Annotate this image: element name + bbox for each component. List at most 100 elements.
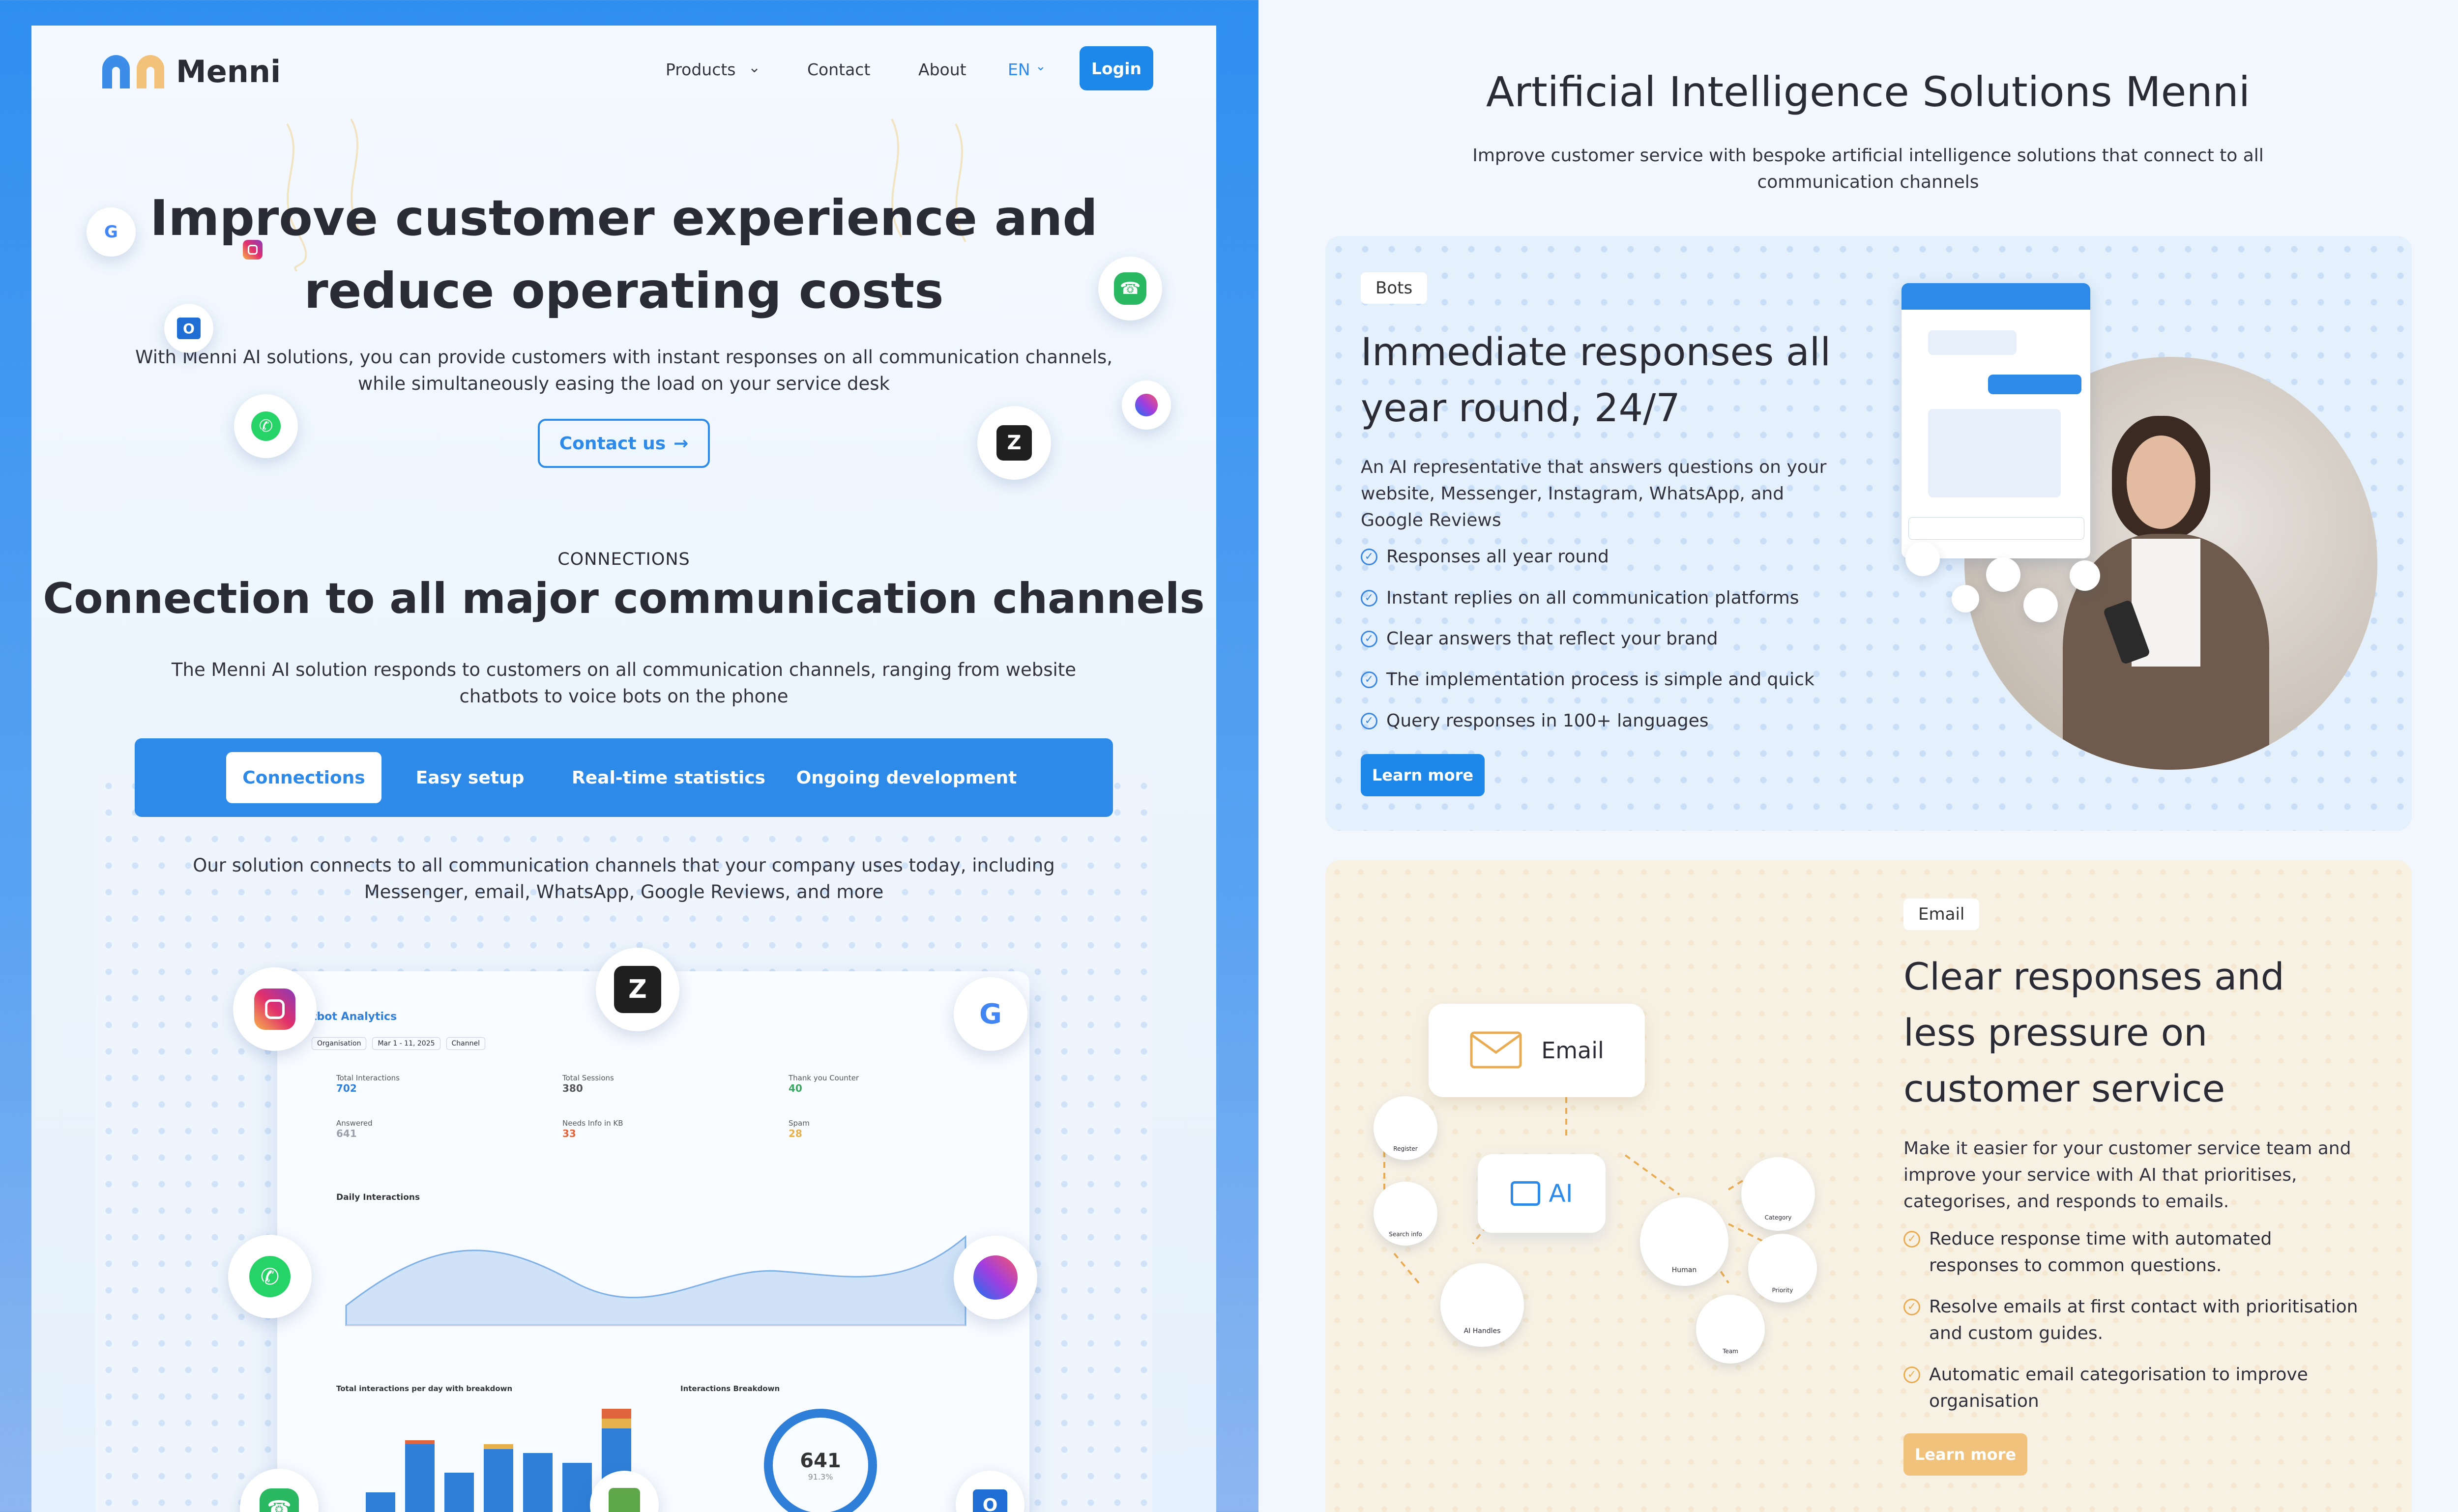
whatsapp-icon: [1905, 542, 1940, 576]
stat-card: Total Sessions 380: [562, 1074, 614, 1094]
connections-desc-line2: chatbots to voice bots on the phone: [459, 686, 789, 707]
bots-desc-line3: Google Reviews: [1361, 510, 1501, 530]
filter-organisation[interactable]: Organisation: [312, 1037, 367, 1050]
filter-channel[interactable]: Channel: [446, 1037, 486, 1050]
brand-logo[interactable]: Menni: [98, 49, 281, 93]
bots-title-line1: Immediate responses all: [1361, 330, 1831, 375]
hero-title-line1: Improve customer experience and: [150, 189, 1098, 247]
daily-interactions-title: Daily Interactions: [336, 1192, 420, 1202]
chat-bubble-bot: [1928, 330, 2017, 355]
bots-feature-text: Responses all year round: [1386, 547, 1609, 567]
tab-easy-setup[interactable]: Easy setup: [396, 752, 544, 803]
stat-card: Answered 641: [336, 1119, 373, 1139]
tab-real-time-statistics[interactable]: Real-time statistics: [565, 752, 772, 803]
ai-node: AI: [1478, 1154, 1606, 1233]
priority-node-label: Priority: [1772, 1287, 1793, 1294]
check-icon: ✓: [1903, 1367, 1920, 1383]
stat-value: 28: [789, 1128, 802, 1139]
google-reviews-icon: G: [954, 977, 1027, 1051]
email-desc-line2: improve your service with AI that priori…: [1903, 1165, 2297, 1185]
stat-card: Needs Info in KB 33: [562, 1119, 623, 1139]
category-node: Category: [1741, 1157, 1815, 1231]
chat-bubble-user: [1988, 375, 2081, 394]
email-title-line2: less pressure on: [1903, 1011, 2208, 1054]
stat-value: 702: [336, 1082, 357, 1094]
human-node-label: Human: [1671, 1266, 1697, 1274]
solutions-subtitle-line2: communication channels: [1757, 172, 1979, 192]
login-button[interactable]: Login: [1080, 46, 1153, 90]
headset-support-icon: ☎: [1098, 257, 1162, 320]
stat-value: 380: [562, 1082, 583, 1094]
bots-feature: ✓ The implementation process is simple an…: [1361, 669, 1814, 690]
language-selector[interactable]: EN: [1008, 60, 1030, 79]
outlook-icon: O: [164, 304, 213, 353]
zendesk-icon: Z: [596, 948, 679, 1031]
stat-value: 40: [789, 1082, 802, 1094]
bots-desc-line1: An AI representative that answers questi…: [1361, 457, 1827, 477]
messenger-icon: [954, 1236, 1037, 1319]
email-feature-text: Reduce response time with automated: [1929, 1229, 2272, 1249]
nav-about[interactable]: About: [918, 60, 966, 79]
instagram-icon: [243, 240, 263, 260]
bots-feature: ✓ Query responses in 100+ languages: [1361, 711, 1709, 731]
contact-us-button[interactable]: Contact us →: [538, 419, 710, 468]
tab-desc-line2: Messenger, email, WhatsApp, Google Revie…: [364, 881, 884, 902]
ai-node-label: AI: [1549, 1179, 1573, 1208]
arrow-right-icon: →: [673, 433, 689, 454]
tab-connections[interactable]: Connections: [226, 752, 381, 803]
ai-handles-node-label: AI Handles: [1463, 1327, 1501, 1335]
interactions-donut: 641 91.3%: [764, 1409, 877, 1512]
stat-card: Spam 28: [789, 1119, 810, 1139]
feature-tab-bar: Connections Easy setup Real-time statist…: [135, 738, 1113, 817]
bots-feature: ✓ Responses all year round: [1361, 547, 1609, 567]
bots-feature-text: The implementation process is simple and…: [1386, 669, 1814, 690]
tab-description: Our solution connects to all communicati…: [31, 852, 1216, 905]
stat-label: Spam: [789, 1119, 810, 1128]
check-icon: ✓: [1361, 671, 1377, 688]
connections-desc-line1: The Menni AI solution responds to custom…: [171, 659, 1077, 680]
hero-subtitle-line2: while simultaneously easing the load on …: [358, 373, 890, 394]
landing-page-left: Menni Products ⌄ Contact About EN ⌄ Logi…: [31, 26, 1216, 1512]
email-feature-text: Resolve emails at first contact with pri…: [1929, 1297, 2358, 1317]
check-icon: ✓: [1361, 712, 1377, 729]
nav-contact[interactable]: Contact: [807, 60, 870, 79]
donut-percent: 91.3%: [808, 1472, 833, 1482]
category-node-label: Category: [1764, 1214, 1792, 1221]
bots-card: Bots Immediate responses all year round,…: [1325, 236, 2412, 831]
bots-feature: ✓ Clear answers that reflect your brand: [1361, 629, 1718, 649]
language-chevron-icon[interactable]: ⌄: [1035, 59, 1046, 74]
email-desc-line3: categorises, and responds to emails.: [1903, 1192, 2229, 1212]
chevron-down-icon[interactable]: ⌄: [748, 59, 761, 76]
donut-value: 641: [800, 1449, 841, 1472]
daily-interactions-area-chart: [345, 1235, 966, 1326]
check-icon: ✓: [1361, 630, 1377, 647]
email-feature: ✓ Automatic email categorisation to impro…: [1903, 1362, 2308, 1415]
bots-title-line2: year round, 24/7: [1361, 386, 1681, 431]
email-title: Clear responses and less pressure on cus…: [1903, 949, 2284, 1117]
landing-page-right: Artificial Intelligence Solutions Menni …: [1258, 0, 2458, 1512]
bots-desc-line2: website, Messenger, Instagram, WhatsApp,…: [1361, 484, 1785, 504]
chat-widget-mock: [1902, 283, 2090, 558]
bots-learn-more-button[interactable]: Learn more: [1361, 754, 1485, 796]
register-node-label: Register: [1393, 1145, 1418, 1152]
tab-ongoing-development[interactable]: Ongoing development: [789, 752, 1024, 803]
instagram-icon: [2023, 588, 2058, 622]
email-learn-more-button[interactable]: Learn more: [1903, 1433, 2027, 1476]
solutions-subtitle-line1: Improve customer service with bespoke ar…: [1472, 145, 2264, 166]
contact-us-label: Contact us: [559, 433, 666, 454]
nav-products[interactable]: Products: [666, 60, 736, 79]
ai-handles-node: AI Handles: [1440, 1263, 1524, 1347]
filter-date[interactable]: Mar 1 - 11, 2025: [372, 1037, 440, 1050]
donut-chart-title: Interactions Breakdown: [680, 1384, 780, 1393]
stat-card: Thank you Counter 40: [789, 1074, 859, 1094]
email-feature: ✓ Reduce response time with automated resp…: [1903, 1226, 2272, 1279]
stat-value: 641: [336, 1128, 357, 1139]
hero-title: Improve customer experience and reduce o…: [31, 182, 1216, 327]
email-feature-text: Automatic email categorisation to improv…: [1929, 1365, 2308, 1385]
search-info-node-label: Search info: [1389, 1231, 1422, 1238]
connections-title: Connection to all major communication ch…: [43, 574, 1205, 623]
chat-input[interactable]: [1908, 517, 2084, 540]
email-feature-text: organisation: [1929, 1391, 2039, 1411]
instagram-icon: [233, 967, 317, 1051]
whatsapp-icon: ✆: [228, 1235, 312, 1318]
